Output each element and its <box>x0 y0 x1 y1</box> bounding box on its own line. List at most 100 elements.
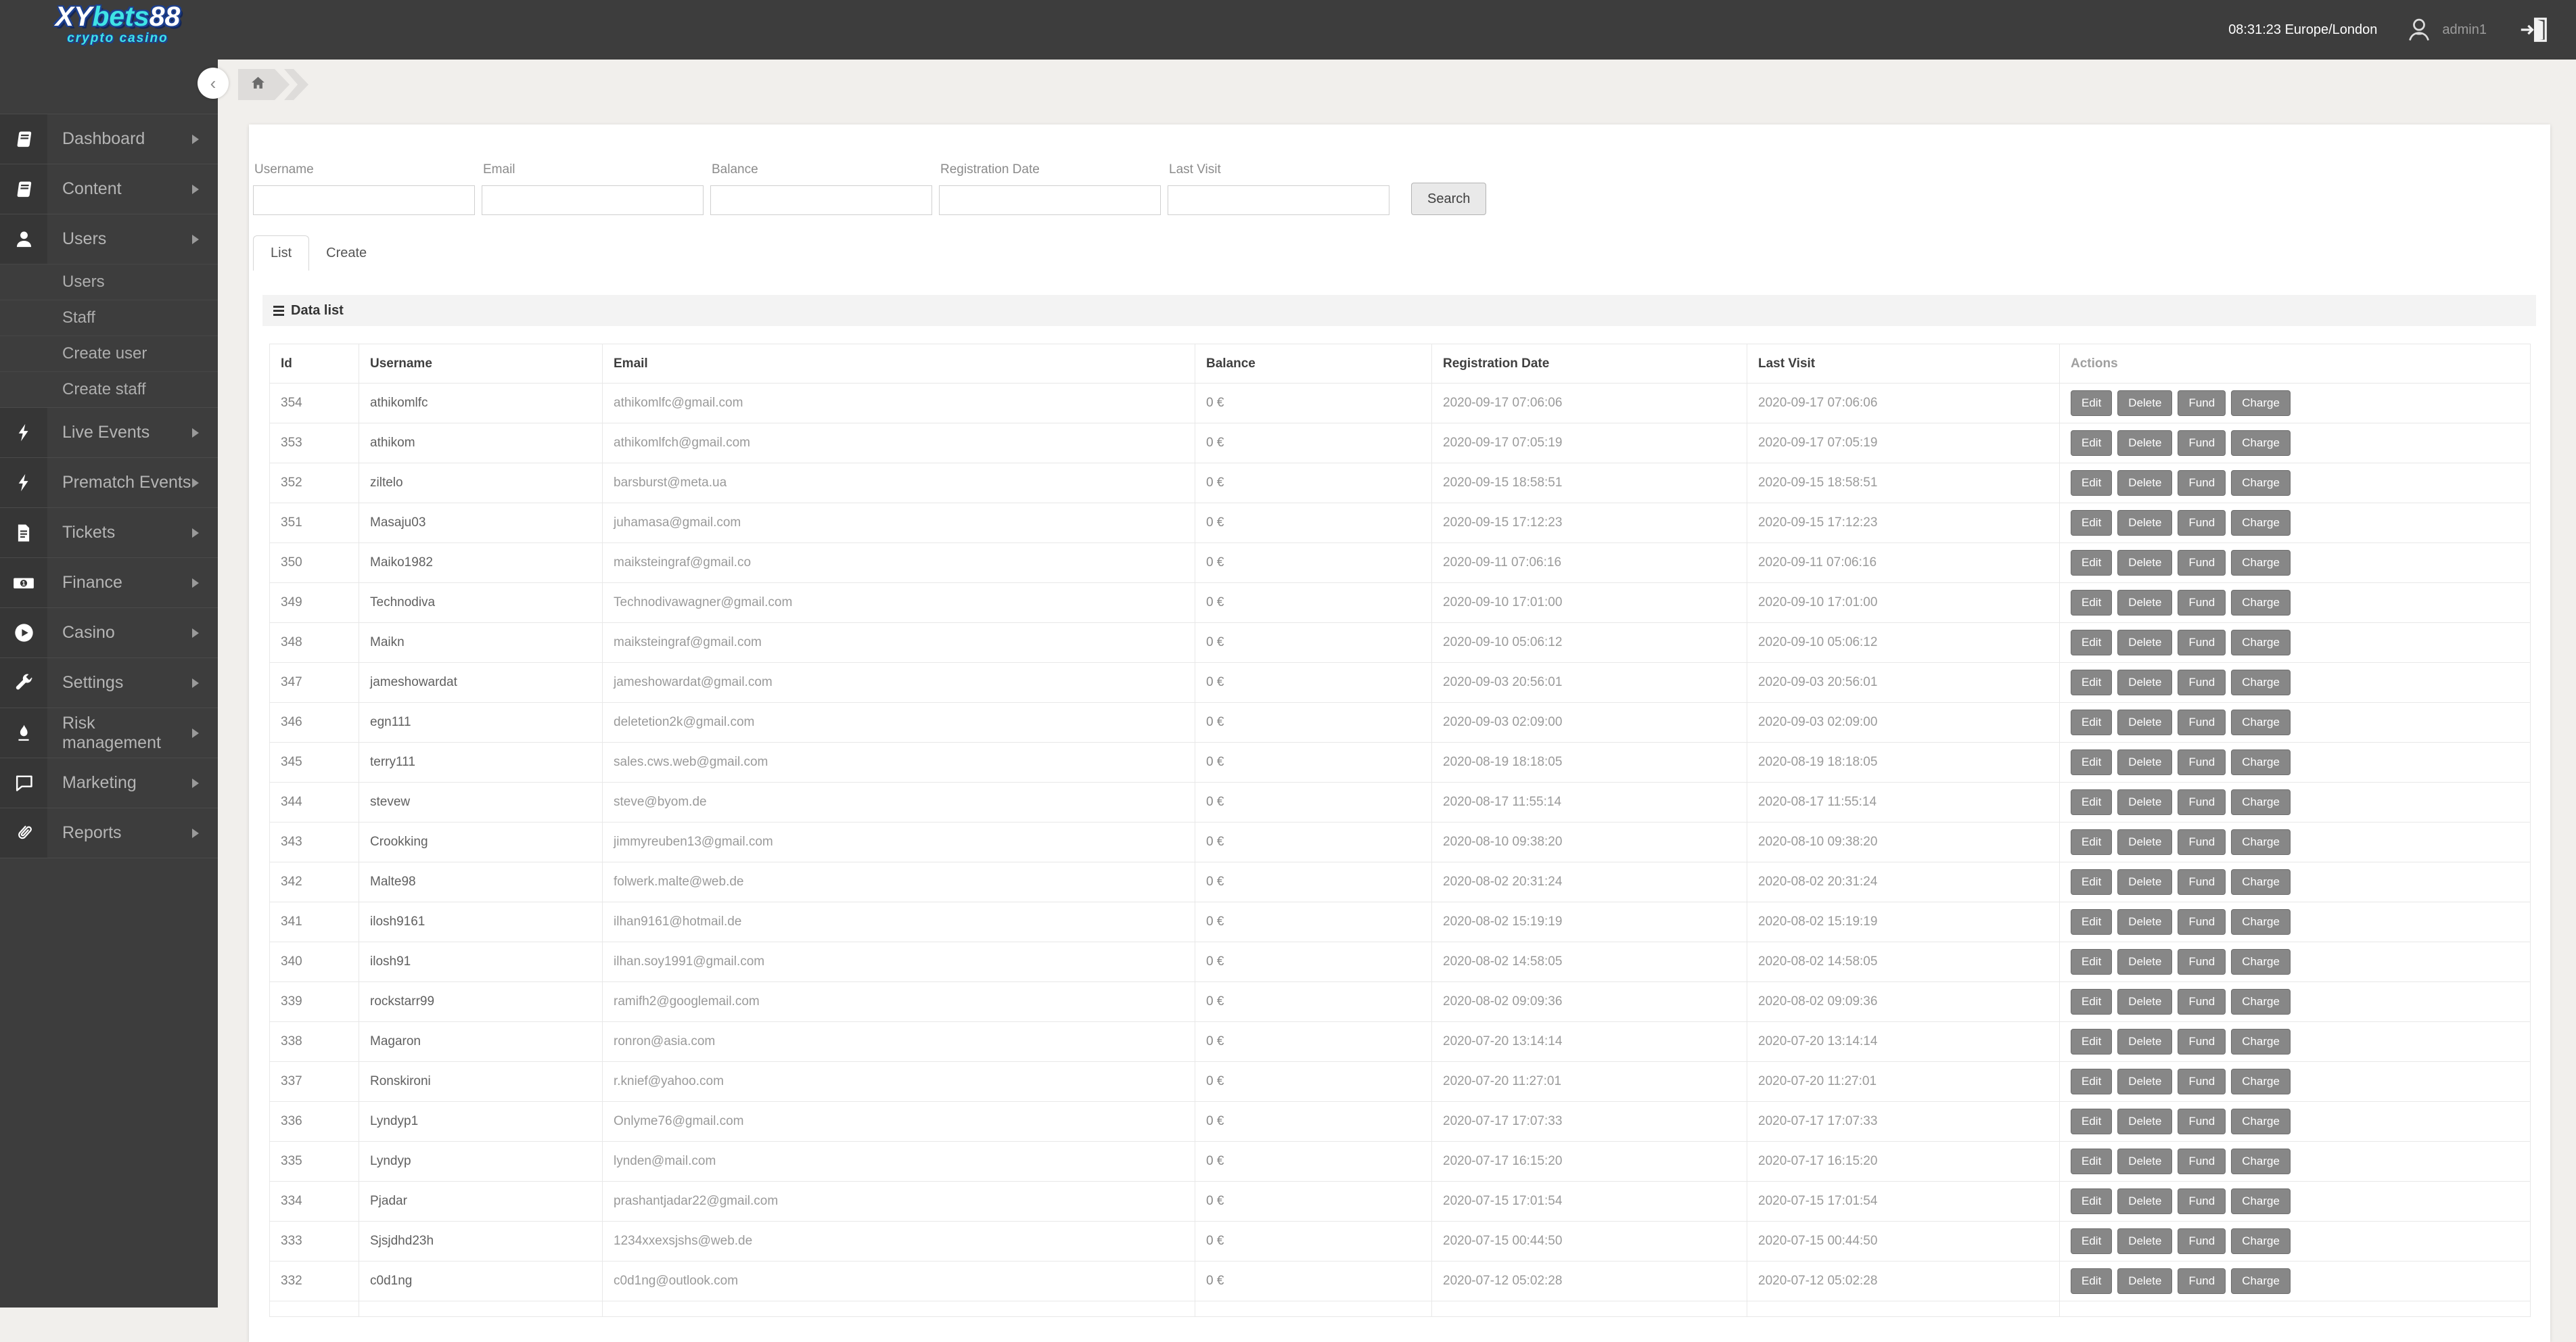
fund-button[interactable]: Fund <box>2178 1188 2226 1214</box>
fund-button[interactable]: Fund <box>2178 1069 2226 1094</box>
delete-button[interactable]: Delete <box>2117 749 2172 775</box>
charge-button[interactable]: Charge <box>2231 989 2291 1015</box>
delete-button[interactable]: Delete <box>2117 470 2172 496</box>
sidebar-item-prematch-events[interactable]: Prematch Events <box>0 457 218 507</box>
edit-button[interactable]: Edit <box>2071 789 2112 815</box>
search-button[interactable]: Search <box>1411 183 1486 215</box>
delete-button[interactable]: Delete <box>2117 670 2172 695</box>
edit-button[interactable]: Edit <box>2071 1149 2112 1174</box>
fund-button[interactable]: Fund <box>2178 829 2226 855</box>
sidebar-subitem-staff[interactable]: Staff <box>0 300 218 336</box>
fund-button[interactable]: Fund <box>2178 1228 2226 1254</box>
charge-button[interactable]: Charge <box>2231 1228 2291 1254</box>
sidebar-subitem-users[interactable]: Users <box>0 264 218 300</box>
charge-button[interactable]: Charge <box>2231 390 2291 416</box>
charge-button[interactable]: Charge <box>2231 510 2291 536</box>
delete-button[interactable]: Delete <box>2117 710 2172 735</box>
edit-button[interactable]: Edit <box>2071 1109 2112 1134</box>
fund-button[interactable]: Fund <box>2178 630 2226 655</box>
fund-button[interactable]: Fund <box>2178 949 2226 975</box>
charge-button[interactable]: Charge <box>2231 869 2291 895</box>
tab-list[interactable]: List <box>253 235 309 271</box>
edit-button[interactable]: Edit <box>2071 1268 2112 1294</box>
charge-button[interactable]: Charge <box>2231 1109 2291 1134</box>
edit-button[interactable]: Edit <box>2071 949 2112 975</box>
fund-button[interactable]: Fund <box>2178 749 2226 775</box>
charge-button[interactable]: Charge <box>2231 470 2291 496</box>
breadcrumb-home[interactable] <box>238 69 290 100</box>
delete-button[interactable]: Delete <box>2117 829 2172 855</box>
charge-button[interactable]: Charge <box>2231 829 2291 855</box>
edit-button[interactable]: Edit <box>2071 749 2112 775</box>
fund-button[interactable]: Fund <box>2178 510 2226 536</box>
brand-logo[interactable]: XYbets88 crypto casino <box>37 3 199 45</box>
delete-button[interactable]: Delete <box>2117 390 2172 416</box>
sidebar-item-reports[interactable]: Reports <box>0 808 218 858</box>
sidebar-item-finance[interactable]: 1Finance <box>0 557 218 607</box>
fund-button[interactable]: Fund <box>2178 1268 2226 1294</box>
fund-button[interactable]: Fund <box>2178 670 2226 695</box>
edit-button[interactable]: Edit <box>2071 829 2112 855</box>
logout-icon[interactable] <box>2518 14 2549 45</box>
fund-button[interactable]: Fund <box>2178 710 2226 735</box>
sidebar-item-dashboard[interactable]: Dashboard <box>0 114 218 164</box>
sidebar-item-tickets[interactable]: Tickets <box>0 507 218 557</box>
delete-button[interactable]: Delete <box>2117 789 2172 815</box>
tab-create[interactable]: Create <box>309 236 384 271</box>
charge-button[interactable]: Charge <box>2231 949 2291 975</box>
fund-button[interactable]: Fund <box>2178 550 2226 576</box>
charge-button[interactable]: Charge <box>2231 590 2291 616</box>
charge-button[interactable]: Charge <box>2231 1069 2291 1094</box>
fund-button[interactable]: Fund <box>2178 1149 2226 1174</box>
edit-button[interactable]: Edit <box>2071 510 2112 536</box>
fund-button[interactable]: Fund <box>2178 989 2226 1015</box>
edit-button[interactable]: Edit <box>2071 1188 2112 1214</box>
edit-button[interactable]: Edit <box>2071 909 2112 935</box>
email-input[interactable] <box>482 185 704 215</box>
fund-button[interactable]: Fund <box>2178 789 2226 815</box>
username-input[interactable] <box>253 185 475 215</box>
edit-button[interactable]: Edit <box>2071 1069 2112 1094</box>
charge-button[interactable]: Charge <box>2231 909 2291 935</box>
last-visit-input[interactable] <box>1168 185 1389 215</box>
charge-button[interactable]: Charge <box>2231 1149 2291 1174</box>
sidebar-subitem-create-staff[interactable]: Create staff <box>0 371 218 407</box>
fund-button[interactable]: Fund <box>2178 909 2226 935</box>
delete-button[interactable]: Delete <box>2117 989 2172 1015</box>
fund-button[interactable]: Fund <box>2178 470 2226 496</box>
delete-button[interactable]: Delete <box>2117 630 2172 655</box>
edit-button[interactable]: Edit <box>2071 550 2112 576</box>
delete-button[interactable]: Delete <box>2117 1069 2172 1094</box>
fund-button[interactable]: Fund <box>2178 869 2226 895</box>
sidebar-item-marketing[interactable]: Marketing <box>0 758 218 808</box>
delete-button[interactable]: Delete <box>2117 909 2172 935</box>
delete-button[interactable]: Delete <box>2117 590 2172 616</box>
edit-button[interactable]: Edit <box>2071 430 2112 456</box>
charge-button[interactable]: Charge <box>2231 1029 2291 1055</box>
sidebar-item-live-events[interactable]: Live Events <box>0 407 218 457</box>
fund-button[interactable]: Fund <box>2178 430 2226 456</box>
delete-button[interactable]: Delete <box>2117 1109 2172 1134</box>
charge-button[interactable]: Charge <box>2231 710 2291 735</box>
charge-button[interactable]: Charge <box>2231 789 2291 815</box>
fund-button[interactable]: Fund <box>2178 1029 2226 1055</box>
delete-button[interactable]: Delete <box>2117 1149 2172 1174</box>
delete-button[interactable]: Delete <box>2117 1029 2172 1055</box>
edit-button[interactable]: Edit <box>2071 1029 2112 1055</box>
sidebar-item-settings[interactable]: Settings <box>0 657 218 708</box>
edit-button[interactable]: Edit <box>2071 590 2112 616</box>
delete-button[interactable]: Delete <box>2117 1188 2172 1214</box>
delete-button[interactable]: Delete <box>2117 550 2172 576</box>
delete-button[interactable]: Delete <box>2117 510 2172 536</box>
balance-input[interactable] <box>710 185 932 215</box>
edit-button[interactable]: Edit <box>2071 390 2112 416</box>
delete-button[interactable]: Delete <box>2117 1268 2172 1294</box>
charge-button[interactable]: Charge <box>2231 550 2291 576</box>
delete-button[interactable]: Delete <box>2117 1228 2172 1254</box>
delete-button[interactable]: Delete <box>2117 949 2172 975</box>
registration-date-input[interactable] <box>939 185 1161 215</box>
sidebar-subitem-create-user[interactable]: Create user <box>0 336 218 371</box>
edit-button[interactable]: Edit <box>2071 710 2112 735</box>
sidebar-item-content[interactable]: Content <box>0 164 218 214</box>
delete-button[interactable]: Delete <box>2117 430 2172 456</box>
